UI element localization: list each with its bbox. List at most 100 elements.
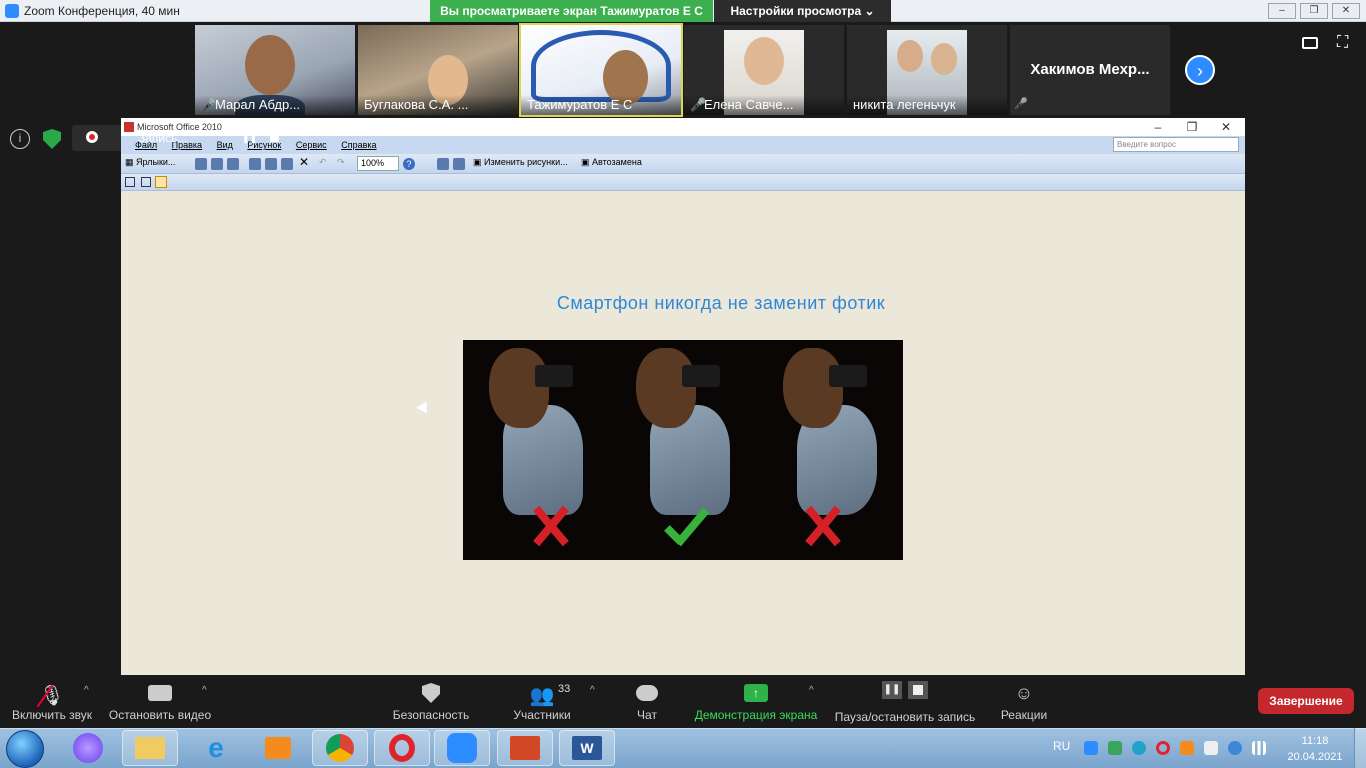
word-icon: W xyxy=(572,736,602,760)
video-options-caret[interactable]: ^ xyxy=(202,685,207,696)
edit-pictures-label: Изменить рисунки... xyxy=(484,157,568,167)
clock[interactable]: 11:18 20.04.2021 xyxy=(1286,733,1344,765)
screen-share-banner: Вы просматриваете экран Тажимуратов Е С xyxy=(430,0,713,22)
meeting-info-icon[interactable]: i xyxy=(10,129,30,149)
view-settings-button[interactable]: Настройки просмотра ⌄ xyxy=(714,0,891,22)
restore-button[interactable]: ❐ xyxy=(1300,3,1328,19)
pause-recording-label: Пауза/остановить запись xyxy=(834,710,976,724)
pause-stop-recording-button[interactable]: ❚❚ Пауза/остановить запись xyxy=(832,675,978,728)
menu-view[interactable]: Вид xyxy=(217,140,233,150)
pose-incorrect-1 xyxy=(463,340,609,560)
participant-name: 🎤Елена Савче... xyxy=(684,95,844,115)
email-icon[interactable] xyxy=(227,158,239,170)
single-picture-view-icon[interactable] xyxy=(155,176,167,188)
language-indicator[interactable]: RU xyxy=(1053,739,1070,753)
security-button[interactable]: Безопасность xyxy=(390,675,472,728)
office-close-button[interactable]: ✕ xyxy=(1209,118,1243,136)
pose-correct xyxy=(610,340,756,560)
participants-options-caret[interactable]: ^ xyxy=(590,685,595,696)
taskbar-internet-explorer[interactable]: e xyxy=(188,730,244,766)
taskbar-opera[interactable] xyxy=(374,730,430,766)
windows-start-button[interactable] xyxy=(6,730,44,768)
help-search-input[interactable]: Введите вопрос xyxy=(1113,137,1239,152)
close-button[interactable]: ✕ xyxy=(1332,3,1360,19)
recording-label: Запись... xyxy=(138,131,188,145)
thumbnail-view-icon[interactable] xyxy=(125,177,135,187)
cut-icon[interactable] xyxy=(249,158,261,170)
participant-tile-active[interactable]: Тажимуратов Е С xyxy=(519,23,683,117)
menu-help[interactable]: Справка xyxy=(341,140,376,150)
participant-tile[interactable]: никита легеньчук xyxy=(847,25,1007,115)
filmstrip-view-icon[interactable] xyxy=(141,177,151,187)
help-icon[interactable]: ? xyxy=(403,158,415,170)
audio-options-caret[interactable]: ^ xyxy=(84,685,89,696)
participant-tile[interactable]: 🎤Марал Абдр... xyxy=(195,25,355,115)
zoom-tray-icon[interactable] xyxy=(1084,741,1098,755)
taskbar-media-player[interactable] xyxy=(250,730,306,766)
clock-time: 11:18 xyxy=(1301,735,1329,747)
stop-video-button[interactable]: Остановить видео xyxy=(106,675,214,728)
chat-button[interactable]: Чат xyxy=(622,675,672,728)
odnoklassniki-tray-icon[interactable] xyxy=(1180,741,1194,755)
share-options-caret[interactable]: ^ xyxy=(809,685,814,696)
print-icon[interactable] xyxy=(211,158,223,170)
participant-video xyxy=(245,35,295,95)
taskbar-explorer[interactable] xyxy=(122,730,178,766)
rotate-right-icon[interactable] xyxy=(453,158,465,170)
save-icon[interactable] xyxy=(195,158,207,170)
device-tray-icon[interactable] xyxy=(1204,741,1218,755)
next-participants-button[interactable]: › xyxy=(1185,55,1215,85)
signal-strength-icon[interactable] xyxy=(1252,741,1266,755)
fullscreen-icon[interactable]: ⛶ xyxy=(1337,35,1353,51)
participants-icon: 👥 xyxy=(529,685,555,707)
view-layout-icon[interactable] xyxy=(1302,37,1318,49)
redo-icon[interactable]: ↷ xyxy=(337,157,345,171)
participants-label: Участники xyxy=(513,708,571,722)
network-tray-icon[interactable] xyxy=(1132,741,1146,755)
recording-pause-icon[interactable]: ❚❚ xyxy=(242,133,257,143)
view-mode-toolbar xyxy=(121,174,1245,191)
zoom-app-icon xyxy=(5,4,19,18)
taskbar-zoom[interactable] xyxy=(434,730,490,766)
view-settings-label: Настройки просмотра xyxy=(730,4,862,18)
shortcuts-button[interactable]: ▦ Ярлыки... xyxy=(125,157,175,171)
slide-title: Смартфон никогда не заменит фотик xyxy=(556,293,886,313)
opera-tray-icon[interactable] xyxy=(1156,741,1170,755)
participant-tile[interactable]: Хакимов Мехр... 🎤 xyxy=(1010,25,1170,115)
end-meeting-button[interactable]: Завершение xyxy=(1258,688,1354,714)
participants-button[interactable]: 👥 33 Участники xyxy=(506,675,578,728)
show-desktop-button[interactable] xyxy=(1354,728,1366,768)
copy-icon[interactable] xyxy=(265,158,277,170)
pose-incorrect-2 xyxy=(757,340,903,560)
edit-pictures-button[interactable]: ▣ Изменить рисунки... xyxy=(473,157,568,171)
bluetooth-tray-icon[interactable] xyxy=(1228,741,1242,755)
stop-video-label: Остановить видео xyxy=(108,708,212,722)
autocorrect-button[interactable]: ▣ Автозамена xyxy=(581,157,642,171)
participant-tile[interactable]: 🎤Елена Савче... xyxy=(684,25,844,115)
minimize-button[interactable]: ‒ xyxy=(1268,3,1296,19)
recording-stop-icon[interactable] xyxy=(270,133,279,142)
chrome-icon xyxy=(326,734,354,762)
reactions-button[interactable]: ☺ Реакции xyxy=(996,675,1052,728)
menu-tools[interactable]: Сервис xyxy=(296,140,327,150)
paste-icon[interactable] xyxy=(281,158,293,170)
taskbar-alice[interactable] xyxy=(60,730,116,766)
participant-tile[interactable]: Буглакова С.А. ... xyxy=(358,25,518,115)
taskbar-powerpoint[interactable] xyxy=(497,730,553,766)
participant-name: Хакимов Мехр... xyxy=(1030,61,1150,78)
security-tray-icon[interactable] xyxy=(1108,741,1122,755)
recording-dot-icon xyxy=(86,131,98,143)
media-player-icon xyxy=(265,737,291,759)
office-restore-button[interactable]: ❐ xyxy=(1175,118,1209,136)
delete-icon[interactable]: ✕ xyxy=(299,155,309,169)
taskbar-word[interactable]: W xyxy=(559,730,615,766)
rotate-left-icon[interactable] xyxy=(437,158,449,170)
pause-icon: ❚❚ xyxy=(882,681,902,699)
zoom-select[interactable]: 100% xyxy=(357,156,399,171)
taskbar-chrome[interactable] xyxy=(312,730,368,766)
autocorrect-label: Автозамена xyxy=(592,157,642,167)
office-minimize-button[interactable]: – xyxy=(1141,118,1175,136)
unmute-button[interactable]: 🎙 Включить звук xyxy=(6,675,98,728)
undo-icon[interactable]: ↶ xyxy=(319,157,327,171)
share-screen-button[interactable]: ↑ Демонстрация экрана xyxy=(694,675,818,728)
